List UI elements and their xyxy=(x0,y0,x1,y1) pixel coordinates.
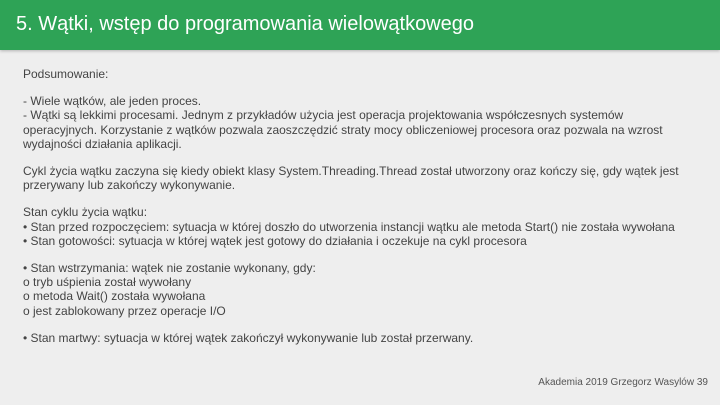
state-subline: o metoda Wait() została wywołana xyxy=(23,289,206,304)
title-bar: 5. Wątki, wstęp do programowania wielową… xyxy=(0,0,720,50)
summary-line: wydajności działania aplikacji. xyxy=(23,136,182,151)
slide-title: 5. Wątki, wstęp do programowania wielową… xyxy=(16,13,474,35)
state-subline: o tryb uśpienia został wywołany xyxy=(23,275,192,290)
state-line: • Stan gotowości: sytuacja w której wąte… xyxy=(23,233,527,248)
state-line: • Stan wstrzymania: wątek nie zostanie w… xyxy=(23,261,316,276)
summary-line: operacyjnych. Korzystanie z wątków pozwa… xyxy=(23,122,663,137)
summary-line: - Wiele wątków, ale jeden proces. xyxy=(23,94,202,109)
summary-heading: Podsumowanie: xyxy=(23,67,109,81)
state-line: • Stan martwy: sytuacja w której wątek z… xyxy=(23,330,474,345)
lifecycle-line: przerywany lub zakończy wykonywanie. xyxy=(23,178,236,193)
slide-content: Podsumowanie: - Wiele wątków, ale jeden … xyxy=(23,67,708,345)
lifecycle-line: Cykl życia wątku zaczyna się kiedy obiek… xyxy=(23,164,679,179)
states-heading: Stan cyklu życia wątku: xyxy=(23,205,148,220)
slide-footer: Akademia 2019 Grzegorz Wasylów 39 xyxy=(538,377,708,388)
summary-line: - Wątki są lekkimi procesami. Jednym z p… xyxy=(23,108,624,123)
slide: 5. Wątki, wstęp do programowania wielową… xyxy=(0,0,720,405)
state-line: • Stan przed rozpoczęciem: sytuacja w kt… xyxy=(23,219,675,234)
state-subline: o jest zablokowany przez operacje I/O xyxy=(23,303,226,318)
